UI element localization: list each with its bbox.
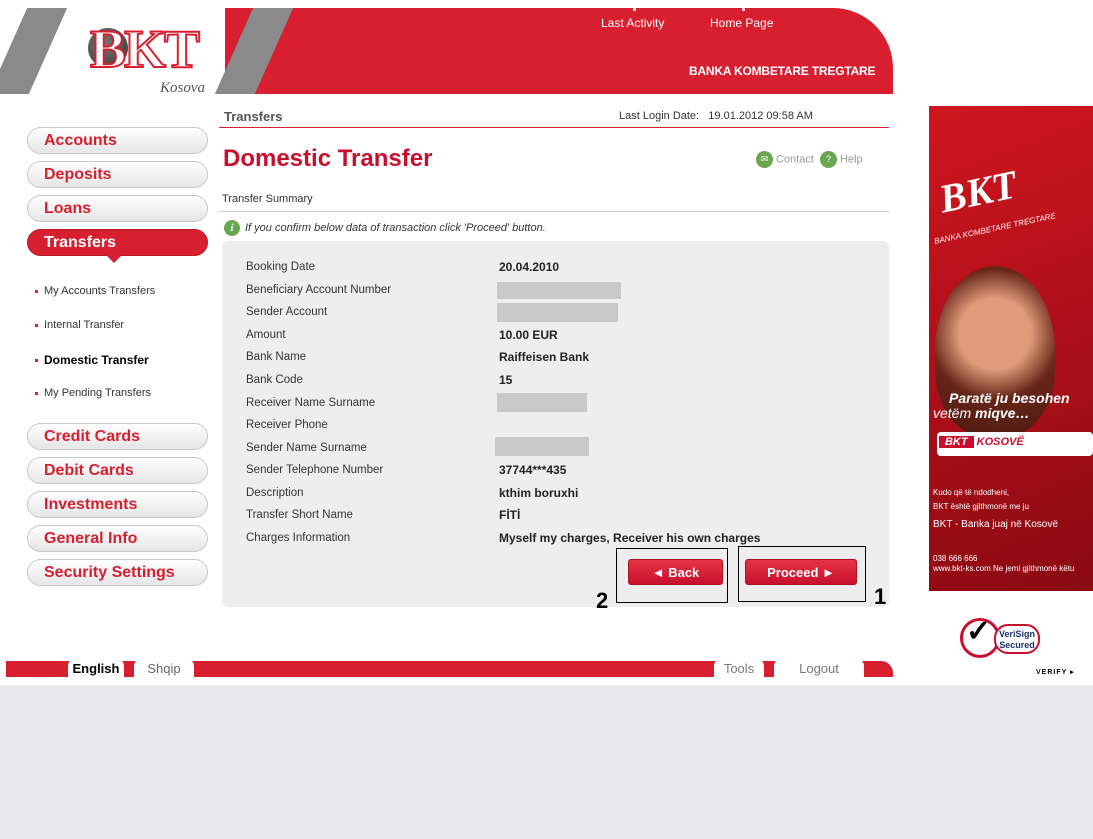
advertisement-banner[interactable]: BKT BANKA KOMBETARE TREGTARE Paratë ju b… bbox=[929, 106, 1093, 591]
tools-link[interactable]: Tools bbox=[714, 659, 764, 678]
bkt-logo[interactable]: BKT Kosova bbox=[60, 14, 238, 96]
nav-deposits[interactable]: Deposits bbox=[27, 161, 208, 188]
verisign-verify: VERIFY ▸ bbox=[1036, 669, 1075, 676]
info-text: If you confirm below data of transaction… bbox=[245, 221, 546, 234]
ad-headline-2: vetëm miqve… bbox=[933, 405, 1029, 421]
ad-line-3: BKT - Banka juaj në Kosovë bbox=[933, 519, 1058, 530]
value-charges-information: Myself my charges, Receiver his own char… bbox=[499, 531, 761, 545]
sub-my-accounts-transfers[interactable]: My Accounts Transfers bbox=[35, 285, 155, 297]
language-english[interactable]: English bbox=[68, 659, 124, 678]
sub-domestic-transfer[interactable]: Domestic Transfer bbox=[35, 353, 149, 367]
header-stripe-left bbox=[0, 8, 68, 94]
page: BKT Kosova Last Activity Home Page BANKA… bbox=[0, 0, 1093, 685]
contact-link[interactable]: Contact bbox=[776, 153, 814, 165]
value-description: kthim boruxhi bbox=[499, 486, 579, 500]
verisign-seal[interactable]: ✓ VeriSign Secured VERIFY ▸ bbox=[958, 610, 1078, 676]
label-charges-information: Charges Information bbox=[246, 532, 351, 544]
last-login-label: Last Login Date: bbox=[619, 110, 700, 122]
nav-loans[interactable]: Loans bbox=[27, 195, 208, 222]
value-booking-date: 20.04.2010 bbox=[499, 260, 560, 274]
ad-line-2: BKT është gjithmonë me ju bbox=[933, 502, 1029, 511]
ad-headline-2-pre: vetëm bbox=[933, 405, 976, 421]
ad-badge-text: KOSOVË bbox=[976, 436, 1024, 448]
header-bar bbox=[225, 8, 893, 94]
label-receiver-phone: Receiver Phone bbox=[246, 419, 328, 431]
label-receiver-name: Receiver Name Surname bbox=[246, 397, 376, 409]
last-login-value: 19.01.2012 09:58 AM bbox=[708, 110, 813, 122]
value-amount: 10.00 EUR bbox=[499, 328, 558, 342]
logo-text: BKT bbox=[89, 18, 201, 80]
last-login: Last Login Date: 19.01.2012 09:58 AM bbox=[619, 110, 813, 122]
contact-icon[interactable]: ✉ bbox=[756, 151, 773, 168]
label-amount: Amount bbox=[246, 329, 286, 341]
verisign-line-1: VeriSign bbox=[998, 629, 1035, 639]
help-icon[interactable]: ? bbox=[820, 151, 838, 168]
nav-credit-cards[interactable]: Credit Cards bbox=[27, 423, 208, 450]
nav-accounts[interactable]: Accounts bbox=[27, 127, 208, 154]
redacted-sender-name bbox=[495, 437, 589, 456]
proceed-button[interactable]: Proceed ► bbox=[745, 559, 857, 585]
info-icon: i bbox=[224, 220, 240, 236]
label-bank-code: Bank Code bbox=[246, 374, 303, 386]
value-bank-code: 15 bbox=[499, 373, 513, 387]
value-sender-telephone: 37744***435 bbox=[499, 463, 567, 477]
page-title: Domestic Transfer bbox=[223, 145, 433, 172]
home-page-link[interactable]: Home Page bbox=[710, 8, 773, 30]
nav-transfers[interactable]: Transfers bbox=[27, 229, 208, 263]
label-beneficiary-account: Beneficiary Account Number bbox=[246, 284, 392, 296]
ad-line-1: Kudo që të ndodheni, bbox=[933, 488, 1010, 497]
ad-headline-2-bold: miqve… bbox=[975, 405, 1030, 421]
ad-badge: BKT KOSOVË bbox=[939, 436, 1024, 448]
label-bank-name: Bank Name bbox=[246, 351, 307, 363]
section-title: Transfer Summary bbox=[222, 193, 313, 205]
sub-internal-transfer[interactable]: Internal Transfer bbox=[35, 319, 124, 331]
bank-name: BANKA KOMBETARE TREGTARE bbox=[689, 64, 876, 78]
language-shqip[interactable]: Shqip bbox=[134, 659, 194, 678]
label-sender-name: Sender Name Surname bbox=[246, 442, 367, 454]
help-link[interactable]: Help bbox=[840, 153, 863, 165]
label-sender-account: Sender Account bbox=[246, 306, 328, 318]
breadcrumb: Transfers bbox=[224, 109, 283, 124]
ad-logo: BKT bbox=[935, 161, 1021, 222]
label-booking-date: Booking Date bbox=[246, 261, 316, 273]
contact-help: ✉ Contact ? Help bbox=[756, 151, 863, 168]
nav-security-settings[interactable]: Security Settings bbox=[27, 559, 208, 586]
info-message: i If you confirm below data of transactio… bbox=[224, 220, 546, 236]
value-bank-name: Raiffeisen Bank bbox=[499, 350, 590, 364]
ad-line-4: 038 666 666 bbox=[933, 554, 978, 563]
section-divider bbox=[219, 211, 889, 212]
logout-link[interactable]: Logout bbox=[774, 659, 864, 678]
redacted-receiver-name bbox=[497, 393, 587, 412]
verisign-line-2: Secured bbox=[999, 640, 1035, 650]
nav-investments[interactable]: Investments bbox=[27, 491, 208, 518]
logo-subtext: Kosova bbox=[160, 80, 205, 96]
nav-general-info[interactable]: General Info bbox=[27, 525, 208, 552]
label-sender-telephone: Sender Telephone Number bbox=[246, 464, 384, 476]
checkmark-icon: ✓ bbox=[966, 615, 992, 648]
callout-number-2: 2 bbox=[596, 588, 609, 613]
last-activity-link[interactable]: Last Activity bbox=[601, 8, 664, 30]
ad-line-5: www.bkt-ks.com Ne jemi gjithmonë këtu bbox=[933, 564, 1075, 573]
label-description: Description bbox=[246, 487, 304, 499]
sub-my-pending-transfers[interactable]: My Pending Transfers bbox=[35, 387, 151, 399]
value-transfer-short-name: FİTİ bbox=[499, 508, 521, 522]
label-transfer-short-name: Transfer Short Name bbox=[246, 509, 353, 521]
nav-debit-cards[interactable]: Debit Cards bbox=[27, 457, 208, 484]
back-button[interactable]: ◄ Back bbox=[628, 559, 723, 585]
ad-headline-1: Paratë ju besohen bbox=[949, 390, 1070, 406]
verisign-pill: VeriSign Secured bbox=[994, 624, 1040, 654]
callout-number-1: 1 bbox=[874, 584, 887, 609]
redacted-sender-account bbox=[497, 303, 618, 322]
header-divider bbox=[219, 127, 889, 128]
redacted-beneficiary-account bbox=[497, 282, 621, 299]
